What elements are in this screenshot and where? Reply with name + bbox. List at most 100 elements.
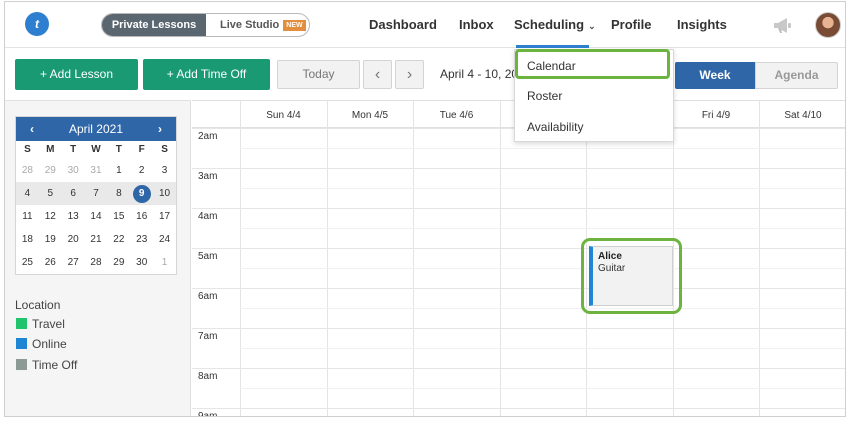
mini-calendar-day[interactable]: 2 [130,159,153,182]
nav-scheduling-label: Scheduling [514,17,585,32]
dow-label: M [46,144,55,155]
mini-calendar-day[interactable]: 17 [153,205,176,228]
mini-calendar-day[interactable]: 16 [130,205,153,228]
location-online[interactable]: Online [16,337,67,351]
mini-calendar-day[interactable]: 28 [16,159,39,182]
mini-calendar-day[interactable]: 29 [107,251,130,274]
mini-calendar-day[interactable]: 12 [39,205,62,228]
logo-icon[interactable]: t [25,12,49,36]
add-time-off-button[interactable]: + Add Time Off [143,59,270,90]
mini-calendar-day[interactable]: 30 [130,251,153,274]
mini-calendar-day[interactable]: 6 [61,182,85,205]
live-studio-toggle[interactable]: Live Studio NEW [206,14,309,36]
logo-text: t [35,17,39,31]
hour-line [192,368,845,369]
date-range-label: April 4 - 10, 20 [440,67,519,81]
mini-calendar-day[interactable]: 26 [39,251,62,274]
nav-profile[interactable]: Profile [611,17,651,32]
day-header: Mon 4/5 [351,110,389,121]
today-button[interactable]: Today [277,60,360,89]
hour-label: 3am [198,171,218,182]
mini-calendar-day[interactable]: 30 [62,159,85,182]
mini-calendar-prev-button[interactable]: ‹ [22,117,42,141]
hour-label: 8am [198,371,218,382]
mini-calendar-day[interactable]: 9 [130,182,154,205]
hour-line [192,288,845,289]
hour-line [192,208,845,209]
mini-calendar-day[interactable]: 22 [107,228,130,251]
mini-calendar-day[interactable]: 31 [85,159,108,182]
hour-label: 4am [198,211,218,222]
dow-label: S [161,144,168,155]
location-time-off-label: Time Off [32,358,78,372]
week-view-button[interactable]: Week [675,62,755,89]
mini-calendar-header: ‹ April 2021 › [16,117,176,141]
calendar-highlight-ring [515,49,670,79]
nav-scheduling[interactable]: Scheduling ⌄ [514,17,596,32]
mini-calendar-next-button[interactable]: › [150,117,170,141]
mini-calendar-day[interactable]: 1 [153,251,176,274]
nav-inbox[interactable]: Inbox [459,17,494,32]
mini-calendar-day[interactable]: 7 [84,182,108,205]
app-window: t Private Lessons Live Studio NEW Dashboa… [4,1,846,417]
hour-line [192,248,845,249]
day-header: Sun 4/4 [266,110,301,121]
user-avatar[interactable] [815,12,841,38]
half-hour-line [240,228,845,229]
prev-week-button[interactable]: ‹ [363,60,392,89]
mini-calendar-day[interactable]: 3 [153,159,176,182]
hour-label: 2am [198,131,218,142]
nav-dashboard[interactable]: Dashboard [369,17,437,32]
online-swatch [16,338,27,349]
hour-label: 7am [198,331,218,342]
megaphone-icon[interactable] [771,14,793,36]
mini-calendar-day[interactable]: 24 [153,228,176,251]
location-travel[interactable]: Travel [16,317,65,331]
half-hour-line [240,308,845,309]
location-title: Location [15,298,61,312]
mini-calendar-day[interactable]: 11 [16,205,39,228]
hour-label: 5am [198,251,218,262]
mini-calendar-day[interactable]: 28 [85,251,108,274]
mini-calendar-day[interactable]: 23 [130,228,153,251]
menu-item-availability[interactable]: Availability [527,120,583,134]
half-hour-line [240,188,845,189]
mode-toggle: Private Lessons Live Studio NEW [101,13,310,37]
mini-calendar-day[interactable]: 15 [107,205,130,228]
mini-calendar-day[interactable]: 10 [153,182,176,205]
mini-calendar-day[interactable]: 18 [16,228,39,251]
dow-label: S [24,144,31,155]
dow-label: T [115,144,122,155]
day-header: Sat 4/10 [784,110,822,121]
hour-line [192,168,845,169]
private-lessons-toggle[interactable]: Private Lessons [102,14,206,36]
add-lesson-button[interactable]: + Add Lesson [15,59,138,90]
next-week-button[interactable]: › [395,60,424,89]
mini-calendar-day[interactable]: 13 [62,205,85,228]
top-nav: t Private Lessons Live Studio NEW Dashboa… [5,2,845,48]
menu-item-roster[interactable]: Roster [527,89,562,103]
mini-calendar-day[interactable]: 29 [39,159,62,182]
hour-label: 6am [198,291,218,302]
hour-line [192,328,845,329]
time-off-swatch [16,359,27,370]
mini-calendar-day[interactable]: 27 [62,251,85,274]
mini-calendar-day[interactable]: 19 [39,228,62,251]
mini-calendar-day[interactable]: 25 [16,251,39,274]
half-hour-line [240,268,845,269]
mini-calendar-day[interactable]: 5 [38,182,62,205]
nav-insights[interactable]: Insights [677,17,727,32]
location-travel-label: Travel [32,317,65,331]
mini-calendar-grid: S M T W T F S 28 29 30 31 1 2 3 4 5 6 7 8 9 10 11 12 13 14 15 16 17… [16,141,176,274]
mini-calendar-day[interactable]: 14 [85,205,108,228]
hour-line [192,408,845,409]
mini-calendar-day[interactable]: 20 [62,228,85,251]
mini-calendar-day[interactable]: 4 [16,182,39,205]
nav-active-indicator [516,45,589,48]
mini-calendar-day[interactable]: 8 [107,182,131,205]
mini-calendar-day[interactable]: 21 [85,228,108,251]
mini-calendar-day[interactable]: 1 [107,159,130,182]
agenda-view-button[interactable]: Agenda [755,62,838,89]
chevron-down-icon: ⌄ [588,21,596,31]
location-time-off[interactable]: Time Off [16,358,77,372]
